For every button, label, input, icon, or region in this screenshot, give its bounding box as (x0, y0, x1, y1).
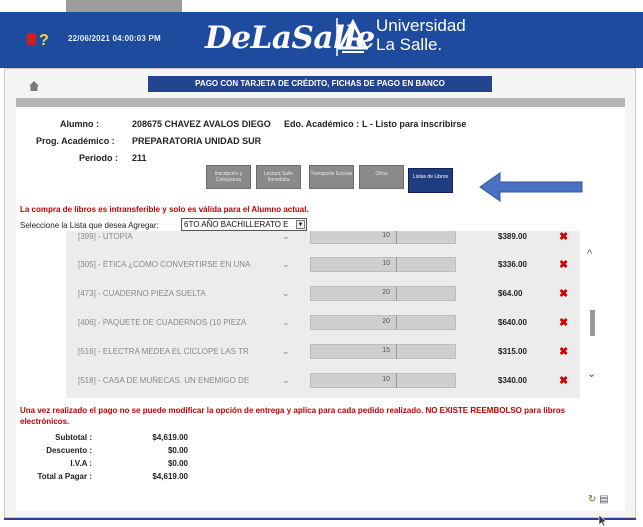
academic-status-label: Edo. Académico : (284, 119, 360, 129)
item-quantity: 10 (382, 232, 390, 239)
item-name: [473] - CUADERNO PIEZA SUELTA (78, 289, 206, 298)
print-icon[interactable]: ▤ (599, 494, 608, 505)
item-quantity: 15 (382, 347, 390, 354)
discount-label: Descuento : (46, 446, 92, 455)
quantity-divider (396, 257, 397, 272)
university-name-line2: La Salle. (376, 35, 443, 54)
chevron-down-icon[interactable]: ⌄ (282, 317, 290, 328)
period-value: 211 (132, 153, 147, 163)
book-list-select[interactable]: 6TO AÑO BACHILLERATO E ▼ (181, 218, 307, 231)
list-item: [305] - ÉTICA ¿CÓMO CONVERTIRSE EN UNA ⌄… (66, 253, 580, 279)
home-icon[interactable] (28, 80, 40, 92)
university-name-line1: Universidad (376, 16, 466, 35)
mouse-cursor-icon (598, 514, 608, 527)
item-price: $340.00 (498, 376, 527, 385)
alert-question-icon[interactable]: ? (26, 30, 50, 48)
item-quantity: 10 (382, 376, 390, 383)
discount-value: $0.00 (167, 446, 188, 455)
delete-icon[interactable]: ✖ (559, 231, 568, 243)
list-item: [473] - CUADERNO PIEZA SUELTA ⌄ 20 $64.0… (66, 282, 580, 308)
quantity-divider (396, 344, 397, 359)
item-name: [516] - ELECTRA MEDEA EL CÍCLOPE LAS TR (78, 347, 249, 356)
item-price: $64.00 (498, 289, 523, 298)
item-quantity: 20 (382, 318, 390, 325)
scroll-up-icon[interactable]: ^ (587, 248, 592, 260)
university-shield-icon (336, 18, 369, 56)
list-item: [399] - UTOPÍA ⌄ 10 $389.00 ✖ (66, 231, 580, 251)
item-name: [406] - PAQUETE DE CUADERNOS (10 PIEZA (78, 318, 247, 327)
item-price: $389.00 (498, 232, 527, 241)
tab-lectura[interactable]: Lectura Salle Inmediata (256, 165, 301, 189)
chevron-down-icon[interactable]: ⌄ (282, 259, 290, 270)
item-price: $336.00 (498, 260, 527, 269)
iva-label: I.V.A : (70, 459, 92, 468)
item-name: [305] - ÉTICA ¿CÓMO CONVERTIRSE EN UNA (78, 260, 251, 269)
refund-notice: Una vez realizado el pago no se puede mo… (20, 406, 566, 426)
program-label: Prog. Académico : (36, 136, 115, 146)
item-price: $640.00 (498, 318, 527, 327)
item-quantity: 10 (382, 260, 390, 267)
subtotal-label: Subtotal : (55, 433, 92, 442)
student-value: 208675 CHAVEZ AVALOS DIEGO (132, 119, 271, 129)
delete-icon[interactable]: ✖ (559, 345, 568, 358)
pointer-arrow-icon (479, 172, 583, 202)
tab-transporte[interactable]: Transporte Escolar (309, 165, 354, 189)
scroll-down-icon[interactable]: ⌄ (587, 367, 596, 380)
delete-icon[interactable]: ✖ (559, 374, 568, 387)
tab-otros[interactable]: Otros (359, 165, 404, 189)
status-icons: ↻ ▤ (588, 494, 609, 505)
list-item: [518] - CASA DE MUÑECAS. UN ENEMIGO DE ⌄… (66, 369, 580, 395)
chevron-down-icon[interactable]: ⌄ (282, 375, 290, 386)
chevron-down-icon[interactable]: ⌄ (282, 346, 290, 357)
period-label: Periodo : (79, 153, 119, 163)
book-list-select-value: 6TO AÑO BACHILLERATO E (184, 220, 289, 229)
quantity-divider (396, 231, 397, 244)
scrollbar-thumb[interactable] (590, 310, 595, 336)
list-select-label: Seleccione la Lista que desea Agregar: (20, 221, 159, 230)
chevron-down-icon[interactable]: ⌄ (282, 231, 290, 242)
delete-icon[interactable]: ✖ (559, 316, 568, 329)
subtotal-value: $4,619.00 (152, 433, 188, 442)
item-quantity: 20 (382, 289, 390, 296)
total-label: Total a Pagar : (37, 472, 92, 481)
refresh-icon[interactable]: ↻ (588, 494, 596, 505)
footer-line (4, 518, 636, 520)
svg-text:?: ? (39, 32, 49, 48)
tab-listas-libros[interactable]: Listas de Libros (408, 168, 453, 193)
section-divider (16, 98, 625, 107)
chevron-down-icon[interactable]: ⌄ (282, 288, 290, 299)
book-list: [399] - UTOPÍA ⌄ 10 $389.00 ✖ [305] - ÉT… (66, 231, 580, 398)
quantity-divider (396, 286, 397, 301)
program-value: PREPARATORIA UNIDAD SUR (132, 136, 262, 146)
list-item: [406] - PAQUETE DE CUADERNOS (10 PIEZA ⌄… (66, 311, 580, 337)
browser-tab (66, 0, 182, 12)
list-item: [516] - ELECTRA MEDEA EL CÍCLOPE LAS TR … (66, 340, 580, 366)
university-name: Universidad La Salle. (376, 16, 466, 54)
quantity-divider (396, 315, 397, 330)
student-label: Alumno : (60, 119, 99, 129)
academic-status-value: L - Listo para inscribirse (362, 119, 467, 129)
tab-inscripcion[interactable]: Inscripción y Colegiatura (206, 165, 251, 189)
item-name: [399] - UTOPÍA (78, 232, 133, 241)
nontransferable-notice: La compra de libros es intransferible y … (20, 205, 309, 214)
item-name: [518] - CASA DE MUÑECAS. UN ENEMIGO DE (78, 376, 250, 385)
total-value: $4,619.00 (152, 472, 188, 481)
delete-icon[interactable]: ✖ (559, 258, 568, 271)
item-price: $315.00 (498, 347, 527, 356)
quantity-divider (396, 373, 397, 388)
iva-value: $0.00 (167, 459, 188, 468)
delete-icon[interactable]: ✖ (559, 287, 568, 300)
chevron-down-icon[interactable]: ▼ (296, 220, 305, 229)
page-title: PAGO CON TARJETA DE CRÉDITO, FICHAS DE P… (148, 76, 492, 92)
header-datetime: 22/06/2021 04:00:03 PM (68, 34, 161, 43)
